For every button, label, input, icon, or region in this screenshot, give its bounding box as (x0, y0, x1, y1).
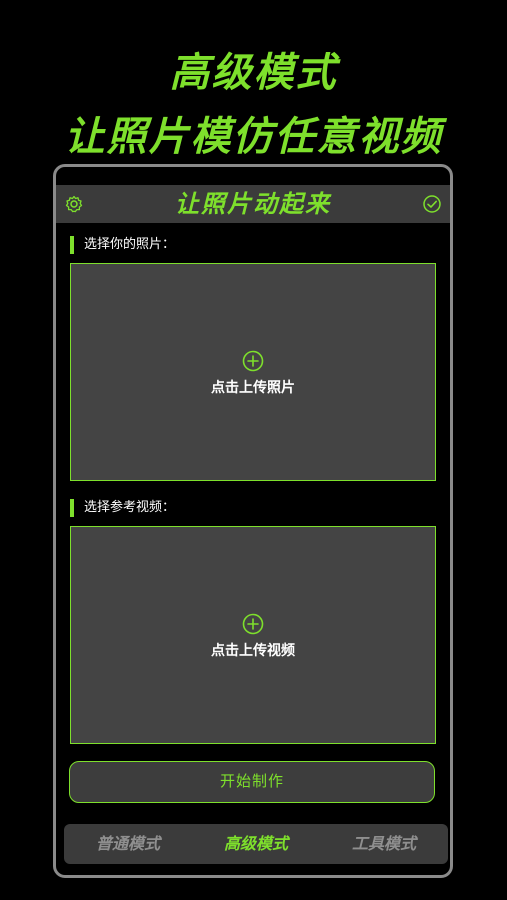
photo-upload-area[interactable]: 点击上传照片 (70, 263, 436, 481)
nav-item-advanced-mode[interactable]: 高级模式 (192, 824, 320, 864)
plus-circle-icon (242, 350, 264, 372)
nav-item-normal-mode[interactable]: 普通模式 (64, 824, 192, 864)
photo-upload-label: 点击上传照片 (211, 380, 295, 396)
check-circle-icon[interactable] (422, 194, 442, 214)
phone-frame: 让照片动起来 选择你的照片： 点击上传照片 选择参考视频： 点击上传视频 开始制… (53, 164, 453, 878)
app-header: 让照片动起来 (56, 185, 450, 223)
page-title: 让照片动起来 (175, 190, 331, 218)
start-button[interactable]: 开始制作 (69, 761, 435, 803)
video-section-label: 选择参考视频： (70, 499, 175, 517)
bottom-nav: 普通模式 高级模式 工具模式 (64, 824, 448, 864)
photo-section-label: 选择你的照片： (70, 236, 175, 254)
plus-circle-icon (242, 613, 264, 635)
video-upload-area[interactable]: 点击上传视频 (70, 526, 436, 744)
promo-title-line2: 让照片模仿任意视频 (64, 114, 443, 160)
video-upload-label: 点击上传视频 (211, 643, 295, 659)
promo-title-line1: 高级模式 (169, 50, 338, 96)
nav-item-tool-mode[interactable]: 工具模式 (320, 824, 448, 864)
